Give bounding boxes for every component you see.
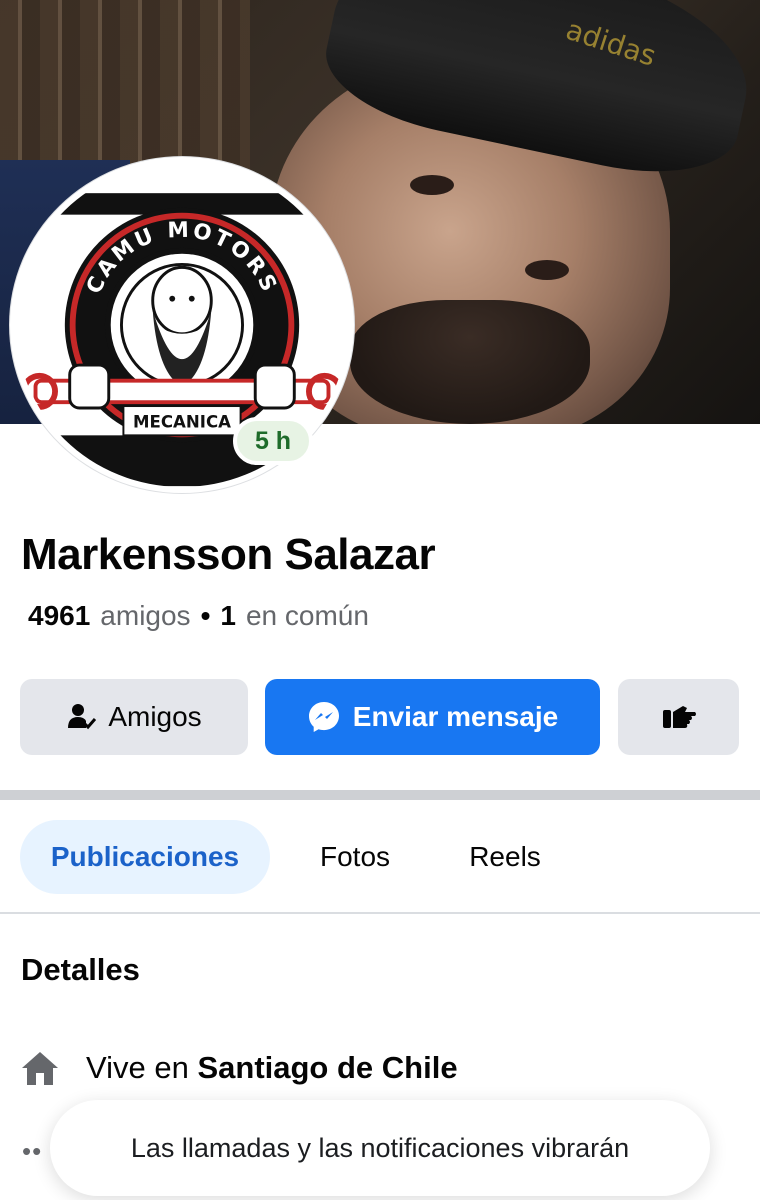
friend-check-icon (68, 704, 97, 730)
hand-pointing-icon (662, 706, 696, 728)
tab-fotos[interactable]: Fotos (300, 820, 410, 894)
friends-button[interactable]: Amigos (20, 679, 248, 755)
details-heading: Detalles (21, 952, 140, 987)
cover-eye-right (525, 260, 569, 280)
friends-button-label: Amigos (108, 701, 202, 732)
tabs-divider (0, 912, 760, 914)
tab-reels[interactable]: Reels (445, 820, 565, 894)
messenger-icon (308, 702, 339, 732)
friends-count: 4961 (28, 600, 91, 631)
more-details-icon: •• (22, 1136, 43, 1166)
lives-city[interactable]: Santiago de Chile (197, 1050, 457, 1085)
lives-prefix: Vive en (86, 1050, 189, 1085)
avatar-logo-bottom-text: MECANICA (133, 413, 231, 432)
more-options-button[interactable] (618, 679, 739, 755)
friends-summary[interactable]: 4961 amigos • 1 en común (28, 600, 369, 632)
home-icon (22, 1052, 58, 1085)
send-message-label: Enviar mensaje (352, 701, 559, 732)
vibrate-toast: Las llamadas y las notificaciones vibrar… (50, 1100, 710, 1196)
tab-publicaciones[interactable]: Publicaciones (20, 820, 270, 894)
section-divider (0, 790, 760, 800)
detail-lives-in: Vive en Santiago de Chile (20, 1048, 458, 1088)
story-time-badge: 5 h (233, 417, 313, 465)
profile-name: Markensson Salazar (21, 530, 436, 579)
separator-dot: • (200, 600, 211, 631)
cover-beard (350, 300, 590, 424)
profile-page: adidas MECANICA CAMU MOTORS 5 h Markenss… (0, 0, 760, 1200)
send-message-button[interactable]: Enviar mensaje (265, 679, 600, 755)
mutual-label: en común (245, 600, 369, 631)
cover-eye-left (410, 175, 454, 195)
mutual-count: 1 (220, 600, 236, 631)
friends-label: amigos (100, 600, 191, 631)
